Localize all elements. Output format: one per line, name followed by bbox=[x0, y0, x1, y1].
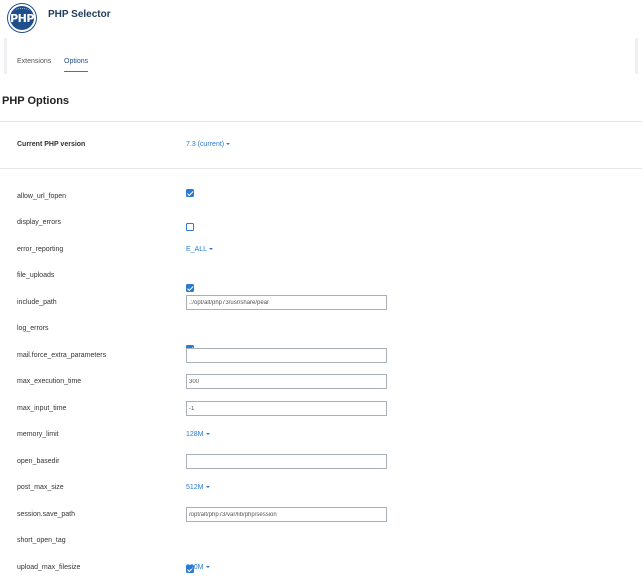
app-title: PHP Selector bbox=[48, 9, 111, 20]
max-execution-time-input[interactable] bbox=[186, 374, 387, 389]
option-label: file_uploads bbox=[17, 272, 55, 279]
option-label: open_basedir bbox=[17, 458, 60, 465]
php-version-dropdown[interactable]: 7.3 (current) bbox=[186, 141, 231, 148]
memory-limit-dropdown[interactable]: 128M bbox=[186, 431, 210, 438]
memory-limit-value: 128M bbox=[186, 431, 204, 438]
mail-force-extra-parameters-input[interactable] bbox=[186, 348, 387, 363]
caret-down-icon bbox=[205, 566, 210, 569]
option-label: session.save_path bbox=[17, 511, 75, 518]
option-label: memory_limit bbox=[17, 431, 59, 438]
php-version-value: 7.3 (current) bbox=[186, 141, 225, 148]
tab-extensions[interactable]: Extensions bbox=[17, 58, 51, 71]
divider bbox=[0, 121, 642, 122]
page-title: PHP Options bbox=[2, 95, 70, 107]
divider bbox=[0, 168, 642, 169]
upload-max-filesize-dropdown[interactable]: 200M bbox=[186, 564, 210, 571]
file-uploads-checkbox[interactable] bbox=[186, 284, 194, 292]
post-max-size-dropdown[interactable]: 512M bbox=[186, 484, 210, 491]
allow-url-fopen-checkbox[interactable] bbox=[186, 189, 194, 197]
error-reporting-dropdown[interactable]: E_ALL bbox=[186, 246, 214, 253]
upload-max-filesize-value: 200M bbox=[186, 564, 204, 571]
option-label: max_execution_time bbox=[17, 378, 82, 385]
option-label: upload_max_filesize bbox=[17, 564, 81, 571]
session-save-path-input[interactable] bbox=[186, 507, 387, 522]
tabs-bar: Extensions Options bbox=[4, 38, 638, 74]
option-label: post_max_size bbox=[17, 484, 64, 491]
option-label: error_reporting bbox=[17, 246, 64, 253]
app-header: PHP PHP Selector bbox=[0, 0, 642, 36]
caret-down-icon bbox=[205, 433, 210, 436]
caret-down-icon bbox=[209, 248, 214, 251]
include-path-input[interactable] bbox=[186, 295, 387, 310]
option-label: display_errors bbox=[17, 219, 61, 226]
option-label: allow_url_fopen bbox=[17, 193, 67, 200]
option-label: log_errors bbox=[17, 325, 49, 332]
current-version-label: Current PHP version bbox=[17, 141, 86, 148]
option-label: max_input_time bbox=[17, 405, 67, 412]
tab-options[interactable]: Options bbox=[64, 58, 89, 72]
php-logo-icon: PHP bbox=[8, 4, 36, 32]
caret-down-icon bbox=[205, 486, 210, 489]
option-label: include_path bbox=[17, 299, 57, 306]
logo-text: PHP bbox=[10, 12, 34, 25]
open-basedir-input[interactable] bbox=[186, 454, 387, 469]
caret-down-icon bbox=[226, 143, 231, 146]
option-label: mail.force_extra_parameters bbox=[17, 352, 107, 359]
post-max-size-value: 512M bbox=[186, 484, 204, 491]
max-input-time-input[interactable] bbox=[186, 401, 387, 416]
display-errors-checkbox[interactable] bbox=[186, 223, 194, 231]
option-label: short_open_tag bbox=[17, 537, 66, 544]
error-reporting-value: E_ALL bbox=[186, 246, 208, 253]
